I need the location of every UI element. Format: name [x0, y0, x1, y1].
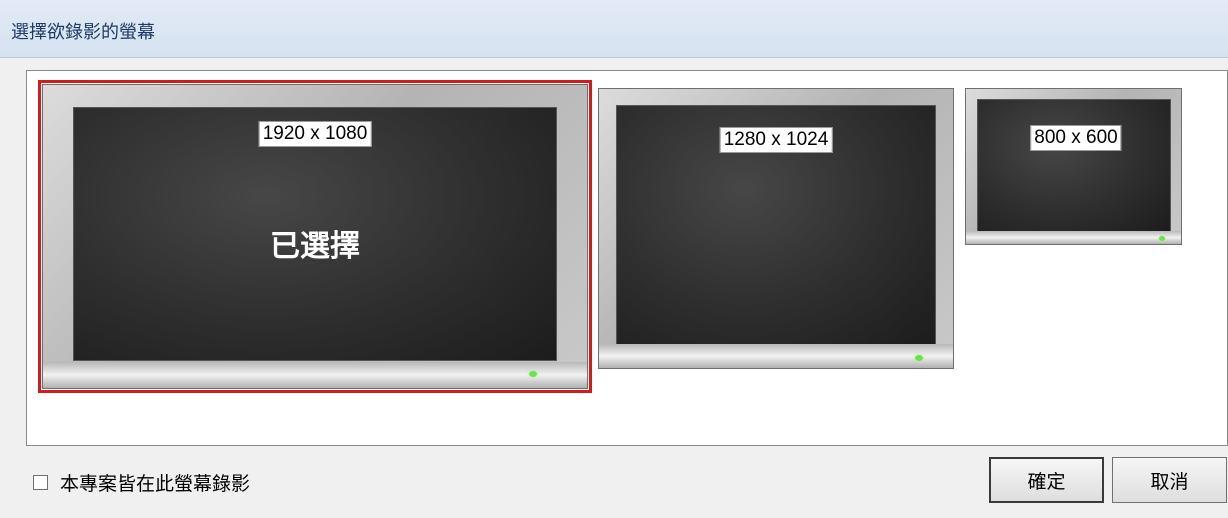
monitor-1280x1024[interactable]: 1280 x 1024 [598, 88, 954, 369]
power-led-icon [915, 355, 923, 361]
cancel-button[interactable]: 取消 [1112, 457, 1227, 503]
resolution-label: 800 x 600 [1030, 125, 1122, 151]
record-all-checkbox-row[interactable]: 本專案皆在此螢幕錄影 [33, 470, 251, 495]
record-all-checkbox-label: 本專案皆在此螢幕錄影 [60, 472, 251, 495]
monitor-bezel [599, 344, 953, 368]
monitor-bezel [966, 231, 1181, 244]
monitor-800x600[interactable]: 800 x 600 [965, 88, 1182, 245]
resolution-label: 1280 x 1024 [719, 127, 833, 153]
select-screen-dialog: 選擇欲錄影的螢幕 1920 x 1080 已選擇 1280 x 1024 800… [0, 0, 1228, 518]
ok-button[interactable]: 確定 [989, 457, 1104, 503]
selected-label: 已選擇 [270, 229, 360, 264]
monitor-1920x1080[interactable]: 1920 x 1080 已選擇 [38, 80, 592, 393]
monitor-bezel [43, 362, 587, 388]
dialog-title: 選擇欲錄影的螢幕 [11, 22, 155, 43]
power-led-icon [1159, 236, 1165, 241]
dialog-titlebar: 選擇欲錄影的螢幕 [0, 0, 1228, 58]
power-led-icon [529, 371, 537, 377]
monitor-screen [977, 99, 1171, 234]
record-all-checkbox[interactable] [33, 474, 48, 490]
resolution-label: 1920 x 1080 [258, 121, 372, 147]
